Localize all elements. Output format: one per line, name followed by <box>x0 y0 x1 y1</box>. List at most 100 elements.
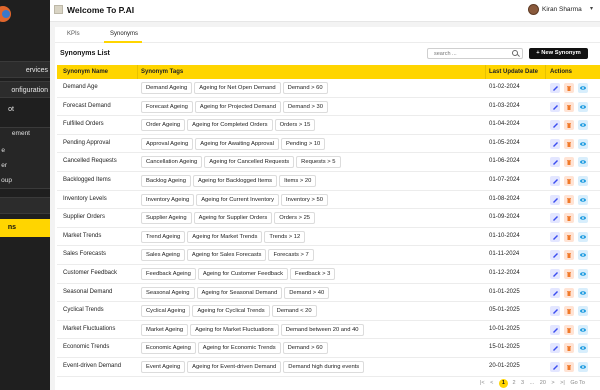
delete-button[interactable] <box>564 194 574 205</box>
sidebar-item-bot[interactable]: ot <box>0 101 50 118</box>
synonym-tags: Event Ageing Ageing for Event-driven Dema… <box>141 361 366 373</box>
prev-page-button[interactable]: < <box>490 380 493 386</box>
tab-kpis[interactable]: KPIs <box>67 31 80 37</box>
search-input[interactable] <box>428 49 508 58</box>
view-button[interactable] <box>578 343 588 354</box>
page-button[interactable]: 2 <box>512 380 515 386</box>
delete-button[interactable] <box>564 231 574 242</box>
page-button-current[interactable]: 1 <box>498 379 508 388</box>
view-button[interactable] <box>578 213 588 224</box>
sidebar-item-role[interactable]: e <box>0 145 50 157</box>
page-button[interactable]: 20 <box>540 380 546 386</box>
table-row: Cyclical Trends Cyclical Ageing Ageing for… <box>57 302 600 321</box>
sidebar-item-user[interactable]: er <box>0 160 50 172</box>
delete-button[interactable] <box>564 287 574 298</box>
synonym-name: Customer Feedback <box>63 270 118 276</box>
synonym-tags: Market Ageing Ageing for Market Fluctuati… <box>141 323 366 336</box>
eye-icon <box>580 141 586 146</box>
synonym-tags: Forecast Ageing Ageing for Projected Dema… <box>141 100 330 113</box>
edit-button[interactable] <box>550 101 560 112</box>
view-button[interactable] <box>578 250 588 261</box>
table-row: Pending Approval Approval Ageing Ageing fo… <box>57 135 600 154</box>
view-button[interactable] <box>578 120 588 131</box>
sidebar-item-label: ns <box>7 224 16 231</box>
chevron-down-icon[interactable]: ▾ <box>590 5 593 12</box>
edit-button[interactable] <box>550 176 560 186</box>
sidebar-item-blank[interactable] <box>0 197 50 214</box>
delete-button[interactable] <box>564 157 574 168</box>
delete-button[interactable] <box>564 176 574 186</box>
last-page-button[interactable]: >| <box>560 380 565 386</box>
delete-button[interactable] <box>564 213 574 224</box>
sidebar-item-services[interactable]: ervices <box>0 61 50 78</box>
first-page-button[interactable]: |< <box>480 380 485 386</box>
edit-button[interactable] <box>550 324 560 335</box>
new-synonym-button[interactable]: + New Synonym <box>529 48 588 59</box>
view-button[interactable] <box>578 324 588 335</box>
eye-icon <box>580 272 586 276</box>
sidebar-item-synonyms[interactable]: ns <box>0 219 50 237</box>
table-row: Fulfilled Orders Order Ageing Ageing for C… <box>57 116 600 135</box>
edit-button[interactable] <box>550 269 560 279</box>
view-button[interactable] <box>578 101 588 112</box>
view-button[interactable] <box>578 362 588 372</box>
trash-icon <box>567 290 571 296</box>
edit-button[interactable] <box>550 343 560 354</box>
synonym-tag: Order Ageing <box>141 119 186 132</box>
view-button[interactable] <box>578 231 588 242</box>
edit-button[interactable] <box>550 231 560 242</box>
delete-button[interactable] <box>564 269 574 279</box>
synonym-tag: Demand Ageing <box>141 82 193 94</box>
view-button[interactable] <box>578 157 588 168</box>
delete-button[interactable] <box>564 362 574 372</box>
avatar[interactable] <box>528 4 539 15</box>
view-button[interactable] <box>578 306 588 317</box>
user-name[interactable]: Kiran Sharma <box>542 6 582 13</box>
edit-button[interactable] <box>550 213 560 224</box>
view-button[interactable] <box>578 83 588 93</box>
synonym-tag: Approval Ageing <box>141 137 194 150</box>
edit-button[interactable] <box>550 83 560 93</box>
view-button[interactable] <box>578 269 588 279</box>
edit-button[interactable] <box>550 250 560 261</box>
page-title: Welcome To P.AI <box>67 5 135 15</box>
edit-button[interactable] <box>550 157 560 168</box>
edit-button[interactable] <box>550 120 560 131</box>
delete-button[interactable] <box>564 120 574 131</box>
delete-button[interactable] <box>564 83 574 93</box>
delete-button[interactable] <box>564 306 574 317</box>
synonym-tags: Cyclical Ageing Ageing for Cyclical Trend… <box>141 305 319 318</box>
sidebar-item-management[interactable]: ement <box>0 128 50 140</box>
edit-button[interactable] <box>550 362 560 372</box>
delete-button[interactable] <box>564 250 574 261</box>
view-button[interactable] <box>578 287 588 298</box>
delete-button[interactable] <box>564 101 574 112</box>
search-icon[interactable] <box>512 50 518 56</box>
next-page-button[interactable]: > <box>551 380 554 386</box>
view-button[interactable] <box>578 176 588 186</box>
column-divider <box>137 65 138 79</box>
delete-button[interactable] <box>564 324 574 335</box>
app-icon[interactable] <box>54 5 63 14</box>
delete-button[interactable] <box>564 138 574 149</box>
column-header-tags[interactable]: Synonym Tags <box>141 65 183 79</box>
edit-button[interactable] <box>550 287 560 298</box>
edit-button[interactable] <box>550 306 560 317</box>
view-button[interactable] <box>578 194 588 205</box>
trash-icon <box>567 346 571 352</box>
synonym-tags: Sales Ageing Ageing for Sales Forecasts Fo… <box>141 249 316 262</box>
edit-button[interactable] <box>550 194 560 205</box>
column-header-name[interactable]: Synonym Name <box>63 65 108 79</box>
synonym-tag: Feedback Ageing <box>141 268 196 280</box>
sidebar-item-label: er <box>1 162 7 169</box>
edit-button[interactable] <box>550 138 560 149</box>
synonym-tag: Ageing for Completed Orders <box>187 119 273 132</box>
view-button[interactable] <box>578 138 588 149</box>
delete-button[interactable] <box>564 343 574 354</box>
sidebar-item-configuration[interactable]: onfiguration <box>0 81 50 98</box>
page-button[interactable]: 3 <box>521 380 524 386</box>
pencil-icon <box>553 86 558 91</box>
tab-synonyms[interactable]: Synonyms <box>110 31 138 37</box>
column-header-date[interactable]: Last Update Date <box>489 65 538 79</box>
sidebar-item-group[interactable]: oup <box>0 175 50 187</box>
